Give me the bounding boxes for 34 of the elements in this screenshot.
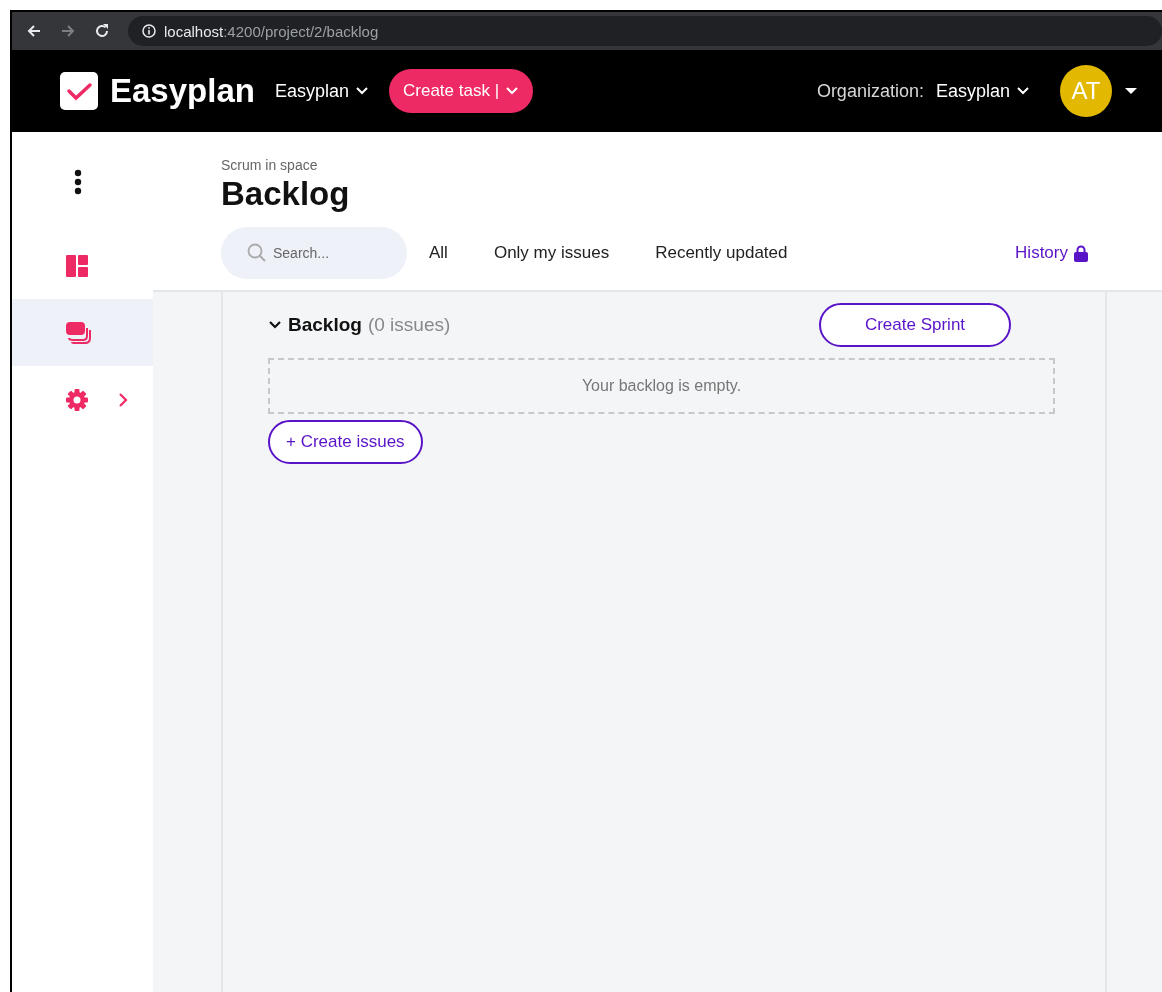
address-bar[interactable]: localhost:4200/project/2/backlog [128,16,1162,46]
history-link[interactable]: History [1015,243,1088,263]
empty-message: Your backlog is empty. [581,377,742,395]
dashboard-icon [66,254,88,277]
page-title: Backlog [221,175,351,213]
chevron-down-icon [355,86,369,96]
settings-icon [66,388,88,411]
organization-dropdown[interactable]: Easyplan [935,80,1030,102]
create-task-button[interactable]: Create task | [389,69,534,113]
checkmark-logo-icon [60,72,98,110]
sidebar-item[interactable] [12,299,153,366]
search-field[interactable]: Search... [221,227,407,279]
backlog-title: Backlog [288,314,362,336]
caret-icon[interactable] [1124,86,1138,96]
info-icon [142,24,156,38]
create-sprint-button[interactable]: Create Sprint [819,303,1011,347]
filter-tab[interactable]: All [429,243,448,263]
chevron-right-icon[interactable] [118,391,128,408]
back-icon[interactable] [26,23,42,39]
issue-count: (0 issues) [367,314,451,336]
url-text: localhost:4200/project/2/backlog [164,22,379,40]
lock-icon [1074,244,1088,262]
organization-label: Organization: [816,80,924,102]
filter-tab[interactable]: Recently updated [655,243,788,263]
breadcrumb: Scrum in space [221,157,319,173]
reload-icon[interactable] [94,23,110,39]
filter-tab[interactable]: Only my issues [493,243,610,263]
chevron-down-icon [1016,86,1030,96]
forward-icon[interactable] [60,23,76,39]
stack-icon [66,321,92,344]
create-issues-button[interactable]: + Create issues [268,420,423,464]
app-logo-text: Easyplan [110,72,255,110]
project-dropdown[interactable]: Easyplan [274,80,369,102]
more-icon[interactable] [73,169,82,195]
